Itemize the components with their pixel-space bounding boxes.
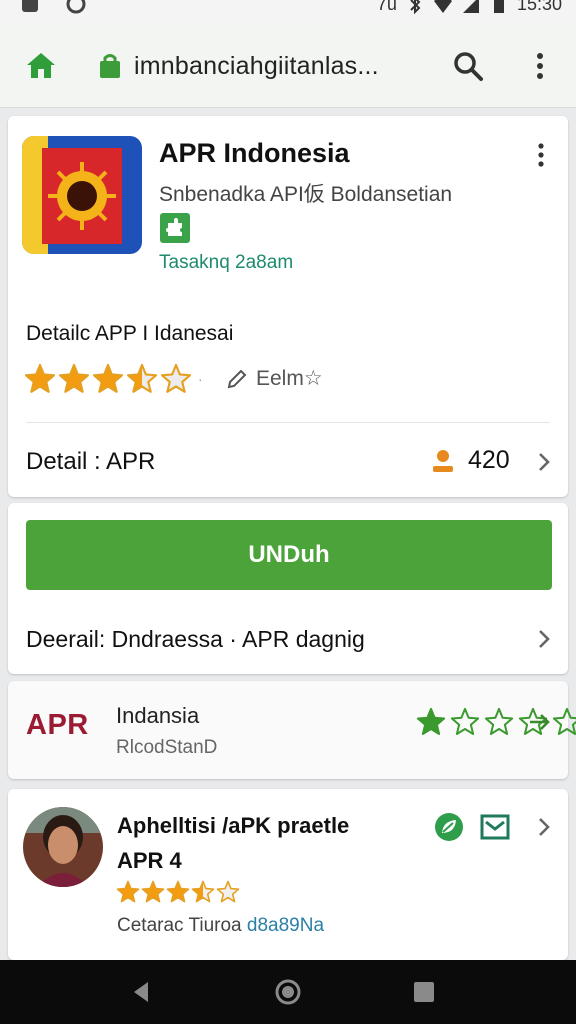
star-empty-icon	[160, 363, 192, 393]
star-half-icon	[191, 880, 215, 903]
review-card: Aphelltisi /aPK praetle APR 4 Cetarac Ti…	[8, 789, 568, 960]
rating-stars: ·	[24, 363, 203, 395]
star-empty-icon	[484, 707, 514, 735]
app-detail-card: APR Indonesia Snbenadka API仮 Boldansetia…	[8, 116, 568, 497]
app-emblem-icon	[22, 136, 142, 254]
detail-heading: Detailc APP I Idanesai	[26, 322, 234, 345]
star-empty-icon	[216, 880, 240, 903]
overflow-menu-icon[interactable]	[530, 50, 550, 82]
app-title: APR Indonesia	[159, 138, 350, 168]
count-value: 420	[468, 446, 510, 474]
category-badge-icon	[160, 213, 190, 243]
pencil-icon	[227, 369, 247, 388]
bluetooth-icon	[410, 0, 421, 14]
download-button[interactable]: UNDuh	[26, 520, 552, 590]
signal-text: 7ü	[376, 0, 397, 14]
star-empty-icon	[552, 707, 576, 735]
wifi-icon	[433, 0, 452, 13]
star-full-icon	[116, 880, 140, 903]
related-app-card[interactable]: APR Indansia RlcodStanD	[8, 681, 576, 779]
review-rating-stars	[116, 880, 240, 904]
chevron-right-icon[interactable]	[537, 452, 551, 472]
review-label: Eelm☆	[256, 367, 323, 390]
status-time: 15:30	[516, 0, 562, 14]
battery-icon	[493, 0, 504, 13]
app-icon[interactable]	[22, 136, 142, 254]
chevron-right-icon[interactable]	[537, 629, 551, 649]
chevron-right-icon[interactable]	[537, 817, 551, 837]
review-meta-highlight: d8a89Na	[246, 915, 325, 936]
app-tagline: Tasaknq 2a8am	[159, 252, 294, 273]
related-subtitle: RlcodStanD	[116, 737, 218, 758]
star-full-icon	[24, 363, 56, 393]
home-icon[interactable]	[24, 50, 58, 80]
developer-name[interactable]: Snbenadka API仮 Boldansetian	[159, 178, 452, 208]
card-overflow-icon[interactable]	[535, 142, 547, 170]
home-nav-icon[interactable]	[274, 978, 302, 1006]
star-full-icon	[141, 880, 165, 903]
star-full-icon	[58, 363, 90, 393]
recent-apps-icon[interactable]	[414, 982, 434, 1002]
url-field[interactable]: imnbanciahgiitanlas...	[134, 52, 379, 81]
star-half-icon	[126, 363, 158, 393]
divider	[26, 422, 550, 423]
sync-icon	[66, 0, 86, 14]
review-meta: Cetarac Tiuroa d8a89Na	[117, 915, 325, 936]
user-icon	[433, 449, 453, 472]
star-full-icon	[92, 363, 124, 393]
browser-toolbar: imnbanciahgiitanlas...	[0, 24, 576, 108]
mail-icon[interactable]	[479, 811, 511, 843]
status-bar: 7ü 15:30	[0, 0, 576, 24]
cell-signal-icon	[462, 0, 479, 13]
search-icon[interactable]	[452, 50, 484, 82]
star-full-icon	[416, 707, 446, 735]
apr-logo: APR	[26, 709, 89, 741]
system-nav-bar	[0, 960, 576, 1024]
arrow-right-icon[interactable]	[528, 711, 552, 733]
related-rating-stars	[416, 707, 576, 737]
star-empty-icon	[450, 707, 480, 735]
leaf-icon[interactable]	[433, 811, 465, 843]
detail-row-label: Detail : APR	[26, 448, 156, 475]
download-detail-label: Deerail: Dndraessa · APR dagnig	[26, 626, 365, 652]
user-count: 420	[430, 446, 510, 475]
review-subtitle: APR 4	[117, 848, 182, 873]
notification-icon	[22, 0, 38, 12]
related-title: Indansia	[116, 703, 200, 728]
star-full-icon	[166, 880, 190, 903]
site-badge-icon	[100, 54, 120, 78]
write-review-link[interactable]: Eelm☆	[226, 366, 323, 391]
back-icon[interactable]	[130, 980, 152, 1004]
avatar[interactable]	[23, 807, 103, 887]
download-card: UNDuh Deerail: Dndraessa · APR dagnig	[8, 503, 568, 674]
review-title: Aphelltisi /aPK praetle	[117, 813, 350, 838]
